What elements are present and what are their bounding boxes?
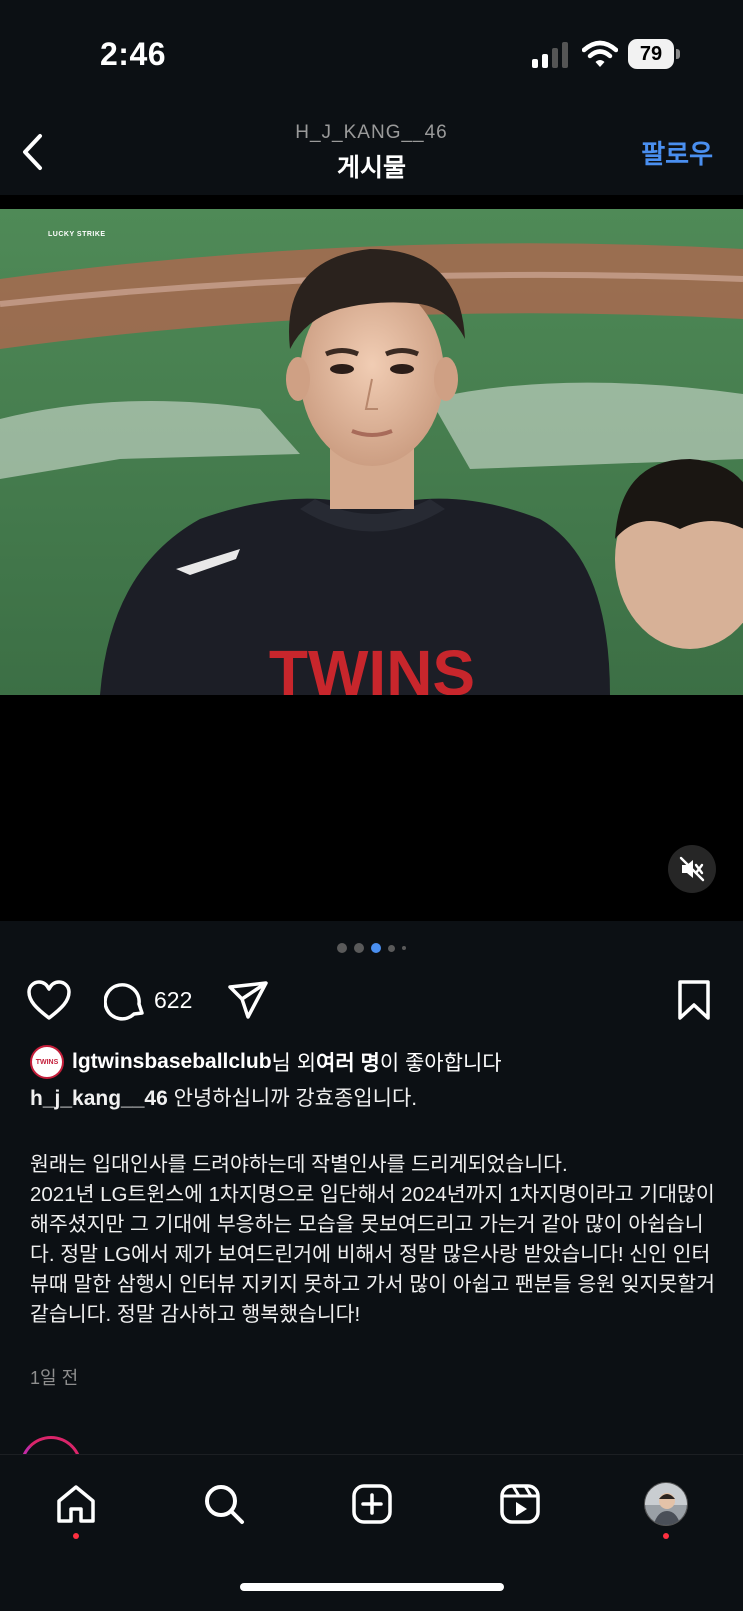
battery-tip: [676, 49, 680, 59]
likes-suffix: 이 좋아합니다: [379, 1052, 502, 1075]
reels-icon: [500, 1484, 540, 1524]
search-icon: [205, 1485, 244, 1524]
home-icon: [57, 1485, 95, 1523]
liker-avatar[interactable]: TWINS: [30, 1045, 64, 1079]
share-button[interactable]: [226, 979, 270, 1021]
bookmark-button[interactable]: [676, 979, 712, 1021]
create-icon: [352, 1484, 392, 1524]
player-photo-illustration: TWINS: [0, 209, 743, 695]
share-icon: [228, 981, 268, 1019]
brand-watermark: LUCKY STRIKE: [48, 231, 106, 238]
comment-count: 622: [154, 986, 193, 1013]
liker-username[interactable]: lgtwinsbaseballclub: [72, 1050, 272, 1074]
cellular-signal-icon: [532, 42, 568, 68]
caption-username[interactable]: h_j_kang__46: [30, 1087, 168, 1110]
status-bar: 2:46 79: [0, 0, 743, 110]
carousel-dot: [337, 943, 347, 953]
post-photo[interactable]: TWINS LUCKY STRIKE: [0, 209, 743, 695]
bookmark-icon: [678, 980, 710, 1020]
post-timestamp: 1일 전: [30, 1368, 79, 1388]
follow-button[interactable]: 팔로우: [641, 134, 713, 171]
tab-search[interactable]: [199, 1479, 249, 1529]
caption-first-line: 안녕하십니까 강효종입니다.: [173, 1087, 418, 1110]
profile-notification-dot: [663, 1533, 669, 1539]
carousel-dot: [354, 943, 364, 953]
carousel-dot-active: [371, 943, 381, 953]
battery-level: 79: [628, 39, 674, 69]
like-button[interactable]: [26, 979, 72, 1021]
post-header: H_J_KANG__46 게시물 팔로우: [0, 110, 743, 194]
battery-indicator: 79: [628, 39, 680, 69]
post-caption: h_j_kang__46 안녕하십니까 강효종입니다.: [30, 1084, 720, 1114]
bottom-tab-bar: [0, 1454, 743, 1611]
mute-button[interactable]: [668, 845, 716, 893]
status-time: 2:46: [100, 36, 167, 72]
tab-reels[interactable]: [495, 1479, 545, 1529]
post-media[interactable]: TWINS LUCKY STRIKE: [0, 195, 743, 921]
likes-summary[interactable]: TWINS lgtwinsbaseballclub 님 외 여러 명 이 좋아합…: [30, 1044, 502, 1080]
header-username[interactable]: H_J_KANG__46: [0, 122, 743, 144]
page-title: 게시물: [336, 154, 406, 182]
wifi-icon: [582, 40, 618, 67]
action-bar: 622: [0, 975, 743, 1035]
carousel-dot: [388, 944, 395, 952]
tab-home[interactable]: [51, 1479, 101, 1529]
mute-icon: [679, 856, 705, 882]
jersey-text: TWINS: [269, 637, 475, 695]
carousel-indicator: [0, 940, 743, 956]
home-notification-dot: [73, 1533, 79, 1539]
comment-button[interactable]: 622: [104, 979, 192, 1021]
comment-icon: [104, 983, 144, 1021]
caption-body: 원래는 입대인사를 드려야하는데 작별인사를 드리게되었습니다. 2021년 L…: [30, 1153, 716, 1326]
tab-profile[interactable]: [641, 1479, 691, 1529]
heart-icon: [27, 980, 71, 1020]
likes-connector: 님 외: [271, 1052, 317, 1075]
tab-create[interactable]: [347, 1479, 397, 1529]
carousel-dot: [402, 946, 406, 950]
home-indicator: [240, 1583, 504, 1591]
profile-avatar: [644, 1482, 688, 1526]
likes-others[interactable]: 여러 명: [316, 1047, 380, 1077]
